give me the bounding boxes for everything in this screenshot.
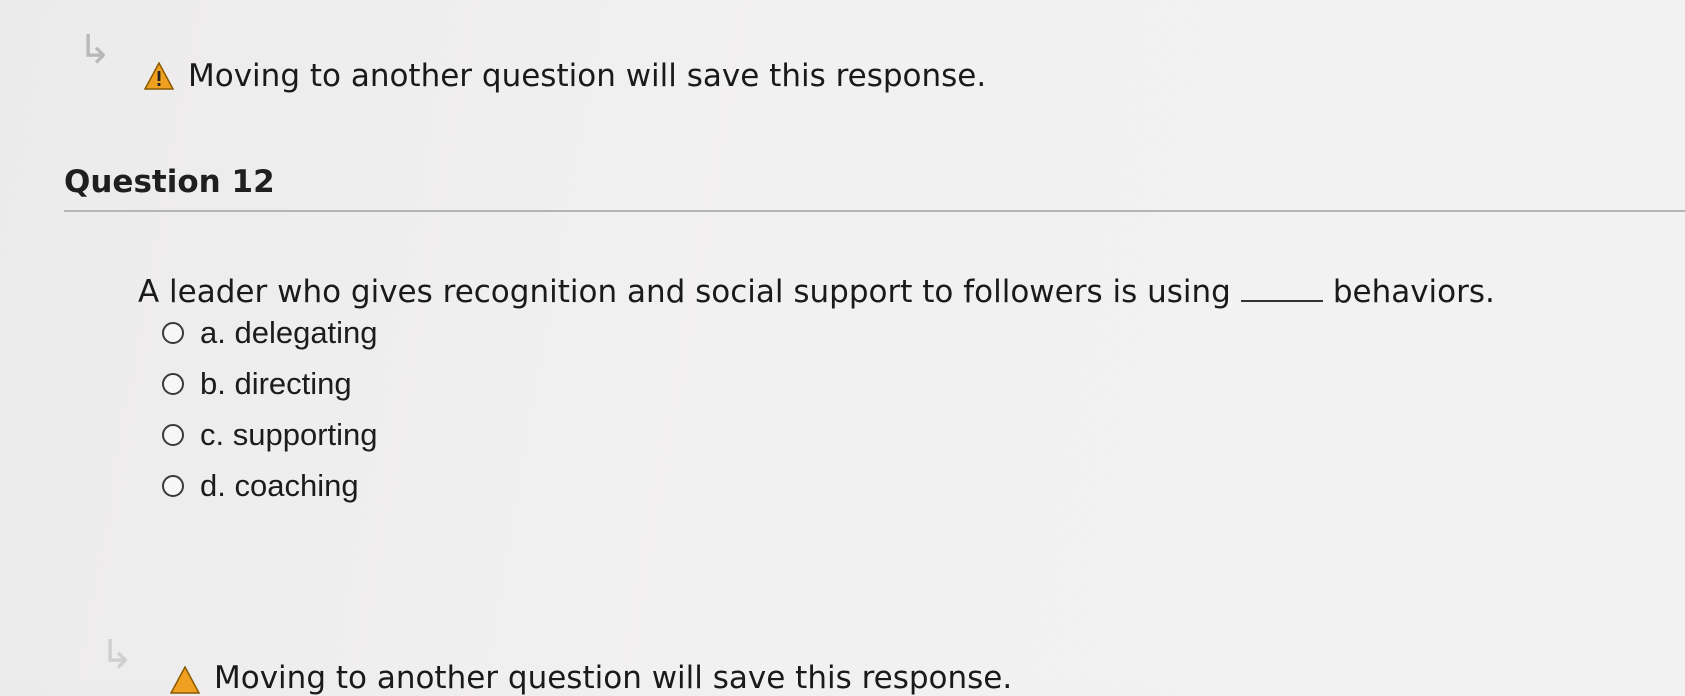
option-a[interactable]: a. delegating bbox=[162, 315, 378, 351]
option-label-b: b. directing bbox=[200, 366, 352, 401]
option-d[interactable]: d. coaching bbox=[162, 468, 359, 504]
radio-button-a[interactable] bbox=[162, 322, 184, 344]
question-prompt-end: behaviors. bbox=[1332, 274, 1495, 310]
save-warning-text: Moving to another question will save thi… bbox=[188, 58, 987, 94]
option-label-a: a. delegating bbox=[200, 315, 378, 350]
option-c[interactable]: c. supporting bbox=[162, 417, 378, 453]
footer-reply-arrow-icon: ↳ bbox=[100, 632, 134, 678]
option-b[interactable]: b. directing bbox=[162, 366, 352, 402]
option-label-d: d. coaching bbox=[200, 468, 359, 503]
reply-arrow-icon: ↳ bbox=[78, 27, 112, 73]
radio-button-b[interactable] bbox=[162, 373, 184, 395]
warning-triangle-icon bbox=[144, 62, 174, 90]
question-title: Question 12 bbox=[64, 164, 275, 200]
question-prompt-start: A leader who gives recognition and socia… bbox=[138, 274, 1231, 310]
answer-blank bbox=[1240, 299, 1323, 302]
footer-warning-triangle-icon bbox=[170, 666, 200, 694]
radio-button-d[interactable] bbox=[162, 475, 184, 497]
radio-button-c[interactable] bbox=[162, 424, 184, 446]
question-divider bbox=[64, 210, 1685, 212]
option-label-c: c. supporting bbox=[200, 417, 378, 452]
question-prompt: A leader who gives recognition and socia… bbox=[138, 274, 1495, 310]
footer-save-warning-text: Moving to another question will save thi… bbox=[214, 660, 1013, 696]
